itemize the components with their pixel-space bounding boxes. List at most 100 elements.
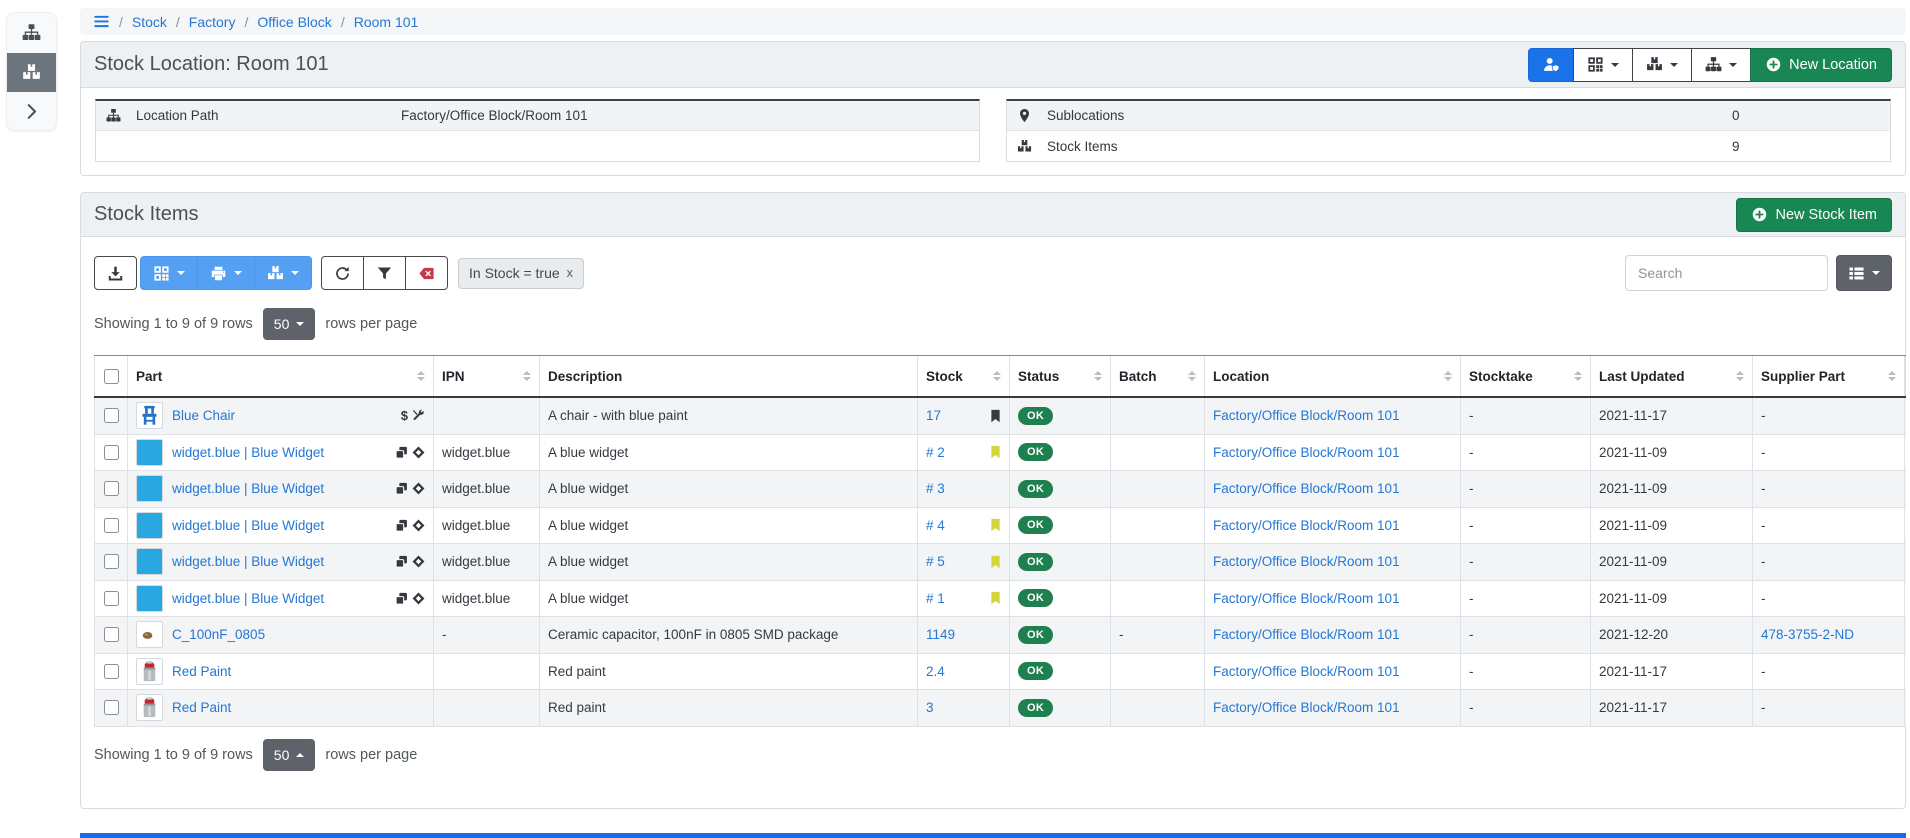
search-input[interactable] [1625, 255, 1828, 291]
refresh-button[interactable] [321, 256, 364, 290]
status-badge: OK [1018, 626, 1053, 644]
location-link[interactable]: Factory/Office Block/Room 101 [1213, 445, 1400, 460]
part-thumbnail[interactable] [136, 512, 163, 539]
stock-cell: 3 [918, 690, 1010, 726]
part-link[interactable]: Blue Chair [172, 408, 235, 423]
part-link[interactable]: Red Paint [172, 700, 231, 715]
row-checkbox[interactable] [104, 591, 119, 606]
stock-link[interactable]: # 3 [926, 481, 945, 496]
row-checkbox[interactable] [104, 445, 119, 460]
column-header-location[interactable]: Location [1205, 356, 1461, 396]
location-link[interactable]: Factory/Office Block/Room 101 [1213, 591, 1400, 606]
part-thumbnail[interactable] [136, 402, 163, 429]
print-button[interactable] [197, 256, 255, 290]
stock-link[interactable]: # 2 [926, 445, 945, 460]
column-header-batch[interactable]: Batch [1111, 356, 1205, 396]
last-updated-cell: 2021-11-09 [1591, 471, 1753, 507]
admin-button[interactable] [1528, 48, 1574, 82]
column-header-supplier-part[interactable]: Supplier Part [1753, 356, 1905, 396]
column-header-status[interactable]: Status [1010, 356, 1111, 396]
location-link[interactable]: Factory/Office Block/Room 101 [1213, 518, 1400, 533]
breadcrumb-link-office-block[interactable]: Office Block [257, 14, 331, 30]
row-checkbox[interactable] [104, 627, 119, 642]
page-size-dropdown[interactable]: 50 [263, 308, 316, 340]
page-size-dropdown[interactable]: 50 [263, 739, 316, 771]
clear-filters-button[interactable] [405, 256, 448, 290]
row-checkbox[interactable] [104, 481, 119, 496]
row-checkbox[interactable] [104, 664, 119, 679]
part-thumbnail[interactable] [136, 585, 163, 612]
breadcrumb-link-stock[interactable]: Stock [132, 14, 167, 30]
stock-link[interactable]: 3 [926, 700, 934, 715]
stock-cell: 17 [918, 398, 1010, 434]
column-header-stock[interactable]: Stock [918, 356, 1010, 396]
part-link[interactable]: widget.blue | Blue Widget [172, 481, 324, 496]
stock-link[interactable]: 17 [926, 408, 941, 423]
new-location-button[interactable]: New Location [1750, 48, 1892, 82]
table-row: Red PaintRed paint2.4OKFactory/Office Bl… [94, 654, 1906, 691]
stock-link[interactable]: # 1 [926, 591, 945, 606]
row-checkbox[interactable] [104, 518, 119, 533]
description-cell: A blue widget [540, 435, 918, 471]
location-link[interactable]: Factory/Office Block/Room 101 [1213, 627, 1400, 642]
table-row: Red Paint Red paint 3 OK Factory/Office Bloc… [94, 690, 1906, 727]
column-settings-button[interactable] [1836, 255, 1892, 291]
part-link[interactable]: widget.blue | Blue Widget [172, 554, 324, 569]
part-thumbnail[interactable] [136, 548, 163, 575]
column-header-part[interactable]: Part [128, 356, 434, 396]
new-stock-item-button[interactable]: New Stock Item [1736, 198, 1892, 232]
stock-options-button[interactable] [254, 256, 312, 290]
breadcrumb-link-room-101[interactable]: Room 101 [354, 14, 419, 30]
stock-link[interactable]: # 4 [926, 518, 945, 533]
location-actions-button[interactable] [1691, 48, 1751, 82]
location-link[interactable]: Factory/Office Block/Room 101 [1213, 554, 1400, 569]
stock-link[interactable]: 1149 [926, 627, 955, 642]
part-link[interactable]: C_100nF_0805 [172, 627, 265, 642]
chevron-down-icon [234, 271, 242, 275]
sidebar-expand-button[interactable] [7, 92, 56, 131]
part-thumbnail[interactable] [136, 621, 163, 648]
stocktake-cell: - [1461, 398, 1591, 434]
sidebar-item-stock[interactable] [7, 53, 56, 93]
barcode-button[interactable] [140, 256, 198, 290]
stock-link[interactable]: # 5 [926, 554, 945, 569]
supplier-part-link[interactable]: 478-3755-2-ND [1761, 627, 1854, 642]
part-thumbnail[interactable] [136, 475, 163, 502]
location-link[interactable]: Factory/Office Block/Room 101 [1213, 664, 1400, 679]
location-link[interactable]: Factory/Office Block/Room 101 [1213, 481, 1400, 496]
status-badge: OK [1018, 699, 1053, 717]
stocktake-cell: - [1461, 690, 1591, 726]
part-thumbnail[interactable] [136, 658, 163, 685]
export-button[interactable] [94, 256, 137, 290]
part-thumbnail[interactable] [136, 439, 163, 466]
column-header-ipn[interactable]: IPN [434, 356, 540, 396]
part-thumbnail[interactable] [136, 694, 163, 721]
description-cell: Red paint [540, 690, 918, 726]
part-link[interactable]: widget.blue | Blue Widget [172, 591, 324, 606]
part-link[interactable]: Red Paint [172, 664, 231, 679]
status-cell: OK [1010, 435, 1111, 471]
column-header-stocktake[interactable]: Stocktake [1461, 356, 1591, 396]
pagination-suffix: rows per page [325, 316, 417, 332]
remove-filter-icon[interactable]: x [567, 266, 573, 280]
part-link[interactable]: widget.blue | Blue Widget [172, 518, 324, 533]
filter-button[interactable] [363, 256, 406, 290]
part-link[interactable]: widget.blue | Blue Widget [172, 445, 324, 460]
filter-chip-in-stock[interactable]: In Stock = true x [458, 258, 584, 289]
sidebar-item-sublocations[interactable] [7, 13, 56, 53]
column-header-last-updated[interactable]: Last Updated [1591, 356, 1753, 396]
location-link[interactable]: Factory/Office Block/Room 101 [1213, 408, 1400, 423]
row-checkbox[interactable] [104, 554, 119, 569]
breadcrumb-link-factory[interactable]: Factory [189, 14, 236, 30]
hamburger-icon[interactable] [93, 13, 110, 30]
stock-link[interactable]: 2.4 [926, 664, 945, 679]
select-all-checkbox[interactable] [104, 369, 119, 384]
supplier-part-cell: - [1753, 581, 1905, 617]
batch-cell [1111, 398, 1205, 434]
stock-actions-button[interactable] [1632, 48, 1692, 82]
location-link[interactable]: Factory/Office Block/Room 101 [1213, 700, 1400, 715]
sort-icon [517, 371, 531, 382]
row-checkbox[interactable] [104, 700, 119, 715]
barcode-actions-button[interactable] [1573, 48, 1633, 82]
row-checkbox[interactable] [104, 408, 119, 423]
